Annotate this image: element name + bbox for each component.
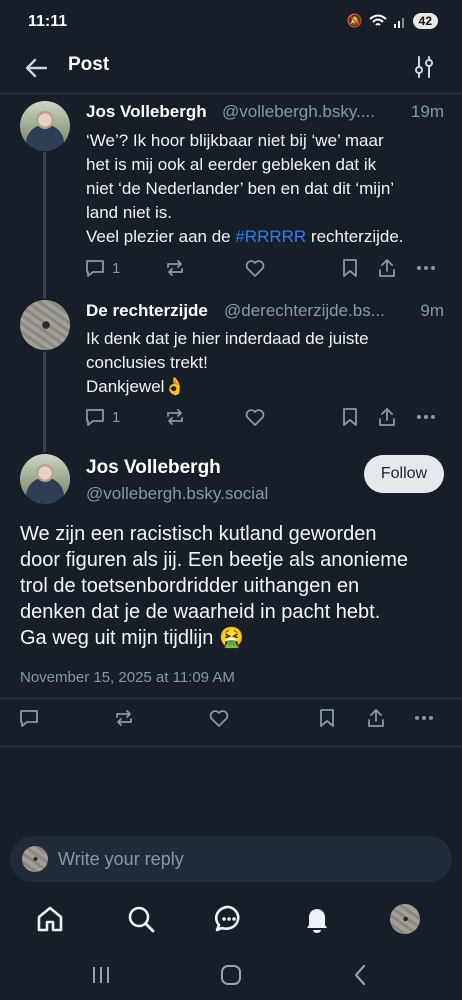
home-icon [37,906,63,932]
back-arrow-icon[interactable] [22,54,50,82]
status-bar: 11:11 🔕 42 [0,0,462,44]
author-handle[interactable]: @derechterzijde.bs... [224,301,385,321]
share-icon [379,408,395,426]
like-button[interactable] [208,707,230,729]
bell-icon [307,909,327,933]
repost-icon [167,409,183,425]
divider [0,698,462,699]
system-nav-bar [0,950,462,1000]
tab-notifications[interactable] [301,903,333,935]
search-icon [128,906,155,933]
share-icon [379,259,395,277]
bookmark-icon [343,259,357,277]
bookmark-button[interactable] [339,257,361,279]
thread-line [43,352,46,452]
repost-icon [167,260,183,276]
thread-line [43,152,46,298]
mute-icon: 🔕 [346,13,363,28]
bookmark-icon [343,408,357,426]
bookmark-icon [320,709,334,727]
author-handle[interactable]: @vollebergh.bsky.... [222,102,375,122]
heart-icon [245,409,265,426]
repost-button[interactable] [113,707,135,729]
tab-search[interactable] [125,903,157,935]
share-icon [368,709,384,727]
more-icon [417,415,435,419]
post-age: 9m [420,301,444,320]
more-button[interactable] [415,406,437,428]
avatar[interactable] [20,101,70,151]
reply-input[interactable] [58,844,438,874]
reply-composer[interactable] [10,836,452,882]
hashtag-link[interactable]: #RRRRR [235,227,306,246]
more-button[interactable] [415,257,437,279]
follow-button[interactable]: Follow [364,455,444,493]
reply-count: 1 [112,259,121,277]
chat-icon [214,905,240,932]
more-button[interactable] [413,707,435,729]
tab-chat[interactable] [213,903,245,935]
home-nav-icon[interactable] [218,962,244,988]
post-text-part: rechterzijde. [306,227,404,246]
post-timestamp: November 15, 2025 at 11:09 AM [20,669,235,686]
back-nav-icon[interactable] [348,962,374,988]
more-icon [417,266,435,270]
post-actions: 1 [84,257,437,283]
post-text: ‘We’? Ik hoor blijkbaar niet bij ‘we’ ma… [86,129,456,249]
repost-icon [116,710,132,726]
reply-icon [86,409,104,426]
page-title: Post [68,54,110,75]
like-button[interactable] [244,406,266,428]
reply-button[interactable]: 1 [84,406,120,428]
author-name[interactable]: Jos Vollebergh [86,102,207,122]
share-button[interactable] [376,406,398,428]
reply-button[interactable]: 1 [84,257,120,279]
recent-apps-icon[interactable] [88,962,114,988]
author-handle[interactable]: @vollebergh.bsky.social [86,484,268,504]
reply-button[interactable] [18,707,40,729]
share-button[interactable] [376,257,398,279]
post-actions: 1 [84,406,437,432]
bottom-tab-bar [0,895,462,945]
battery-indicator: 42 [412,13,438,29]
more-icon [415,716,433,720]
heart-icon [209,710,229,727]
reply-icon [20,710,38,727]
repost-button[interactable] [164,257,186,279]
like-button[interactable] [244,257,266,279]
avatar[interactable] [20,300,70,350]
bookmark-button[interactable] [316,707,338,729]
signal-icon [393,18,404,28]
author-name[interactable]: De rechterzijde [86,301,208,321]
status-icons: 🔕 42 [346,13,438,29]
filter-settings-icon[interactable] [412,54,436,80]
bookmark-button[interactable] [339,406,361,428]
divider [0,746,462,747]
share-button[interactable] [365,707,387,729]
post-actions [18,707,438,733]
post-text: Ik denk dat je hier inderdaad de juiste … [86,329,369,396]
wifi-icon [368,14,387,26]
repost-button[interactable] [164,406,186,428]
avatar[interactable] [20,454,70,504]
avatar [22,846,48,872]
post-text: We zijn een racistisch kutland geworden … [20,523,409,649]
heart-icon [245,260,265,277]
clock: 11:11 [28,13,68,30]
post-age: 19m [410,102,444,121]
author-name[interactable]: Jos Vollebergh [86,457,221,479]
top-bar: Post [0,44,462,94]
reply-count: 1 [112,408,121,426]
reply-icon [86,260,104,277]
tab-profile-avatar[interactable] [390,904,420,934]
tab-home[interactable] [34,903,66,935]
